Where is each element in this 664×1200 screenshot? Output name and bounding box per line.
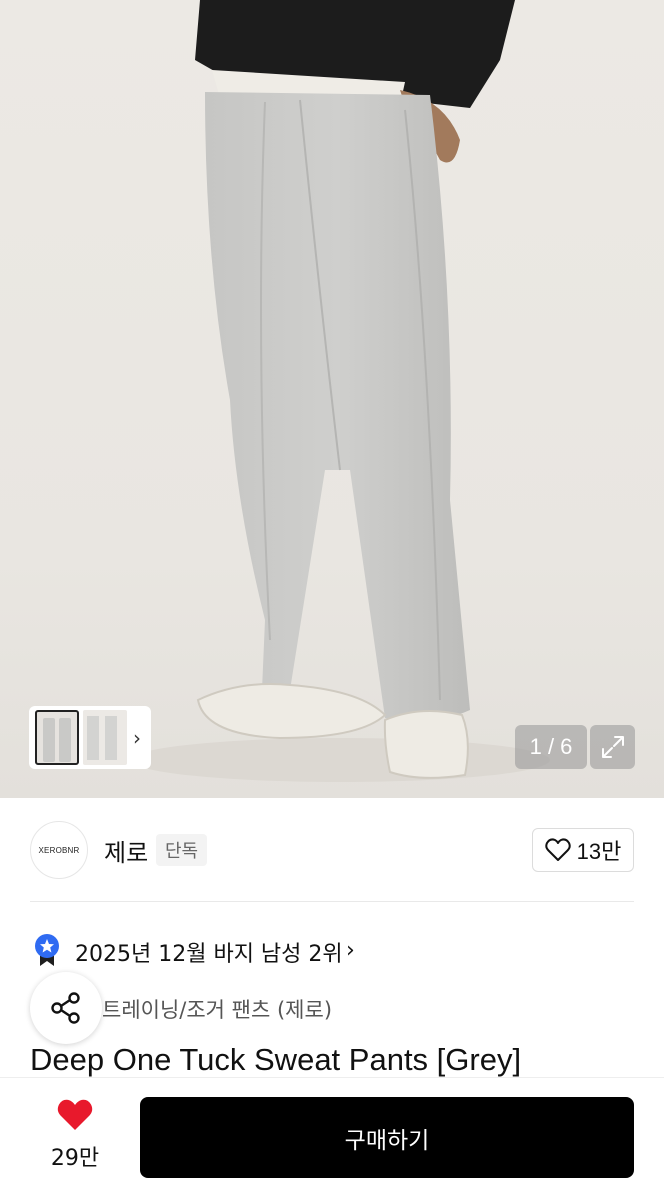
product-image[interactable]: › 1 / 6 <box>0 0 664 798</box>
expand-button[interactable] <box>590 725 635 769</box>
chevron-right-icon[interactable]: › <box>133 726 141 750</box>
image-counter: 1 / 6 <box>515 725 587 769</box>
brand-name[interactable]: 제로 <box>104 833 148 868</box>
brand-like-count: 13만 <box>576 839 622 864</box>
thumbnail-2[interactable] <box>83 710 127 765</box>
ranking-badge-icon <box>35 934 59 966</box>
brand-logo-text: XEROBNR <box>38 845 80 855</box>
heart-filled-icon <box>57 1099 93 1130</box>
thumbnail-1[interactable] <box>35 710 79 765</box>
buy-button[interactable]: 구매하기 <box>140 1097 634 1178</box>
brand-like-button[interactable]: 13만 <box>532 828 634 872</box>
product-photo <box>130 0 550 782</box>
wishlist-button[interactable]: 29만 <box>40 1098 110 1178</box>
brand-logo[interactable]: XEROBNR <box>30 821 88 879</box>
wishlist-count: 29만 <box>50 1146 100 1171</box>
ranking-link[interactable]: 2025년 12월 바지 남성 2위 <box>75 936 343 968</box>
share-button[interactable] <box>30 972 102 1044</box>
exclusive-badge: 단독 <box>156 834 208 866</box>
thumbnail-strip[interactable]: › <box>29 706 151 769</box>
chevron-right-icon[interactable]: › <box>346 938 355 963</box>
share-icon <box>51 992 80 1024</box>
divider <box>30 901 634 902</box>
expand-icon <box>601 736 624 758</box>
heart-outline-icon <box>544 838 571 861</box>
category-breadcrumb[interactable]: 트레이닝/조거 팬츠 (제로) <box>102 994 332 1024</box>
product-title: Deep One Tuck Sweat Pants [Grey] <box>30 1042 522 1077</box>
